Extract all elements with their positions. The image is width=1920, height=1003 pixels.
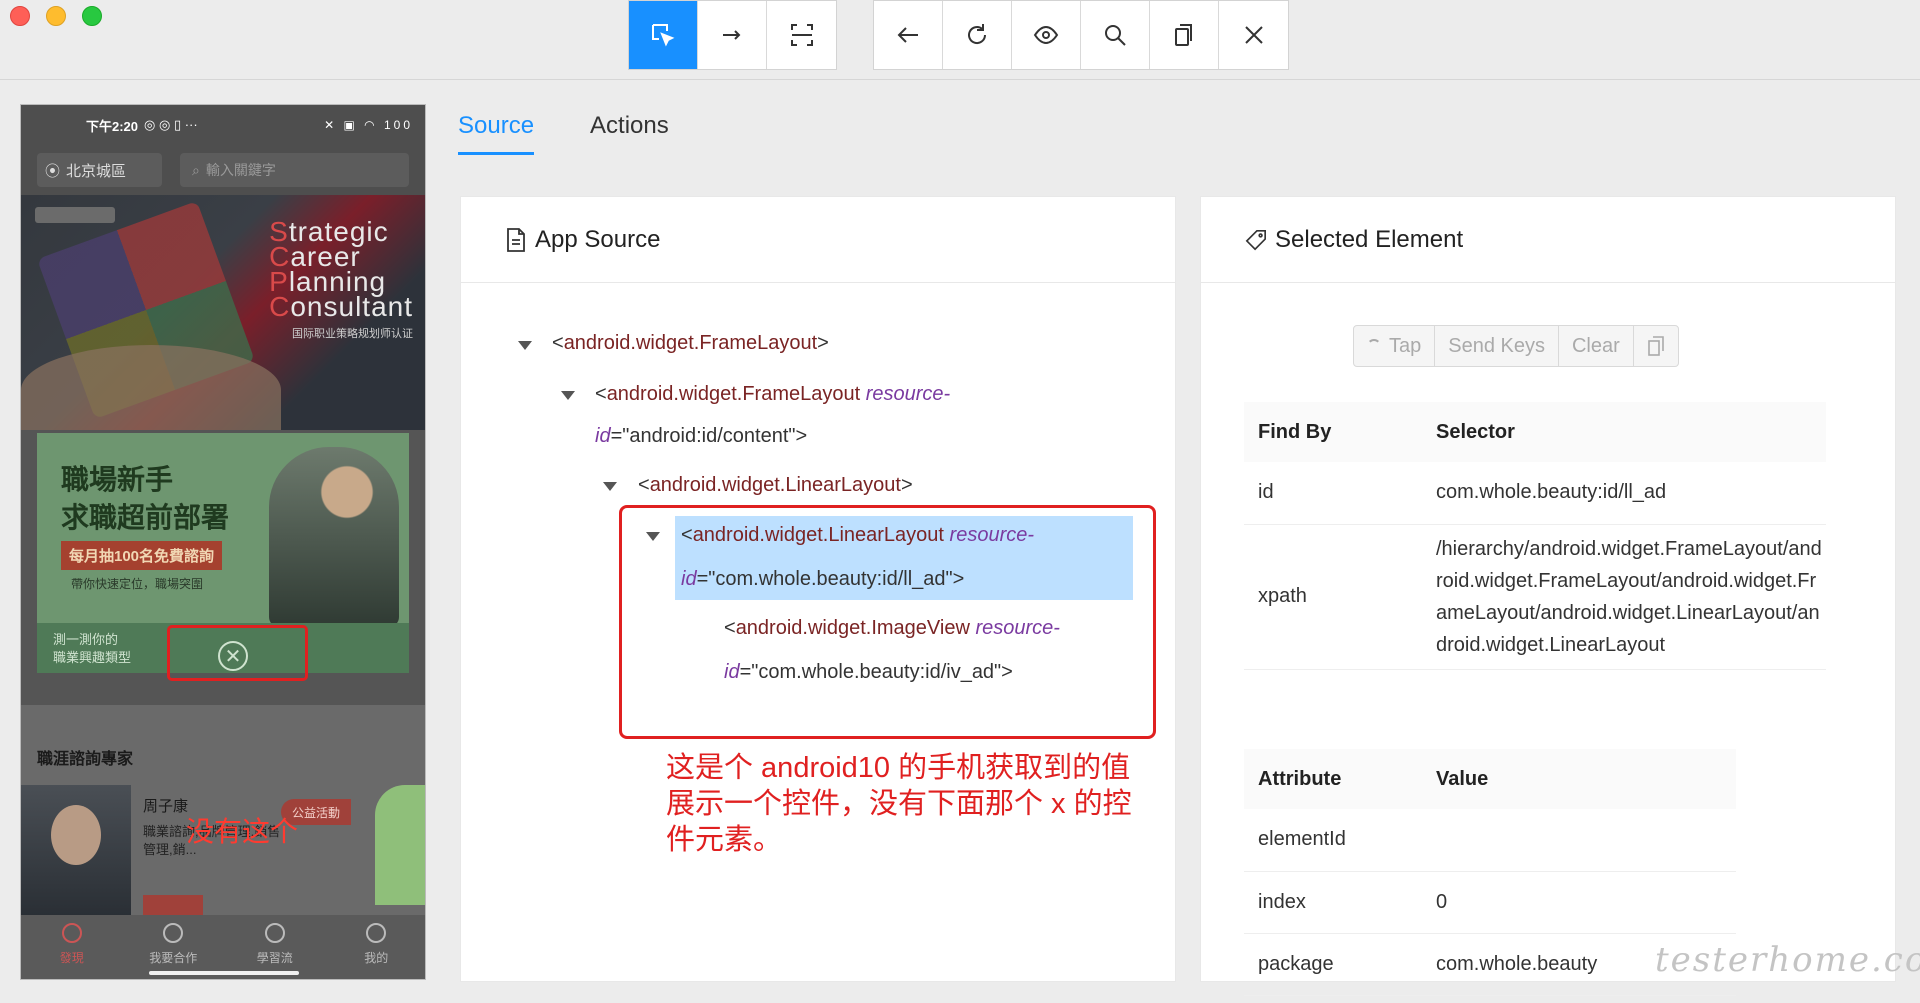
compass-icon (61, 923, 82, 943)
location-selector[interactable]: ⦿ 北京城區 (37, 153, 162, 187)
inspector-tabs: Source Actions (458, 112, 669, 155)
ad-bottom-text: 測一測你的 職業興趣類型 (53, 632, 132, 665)
attribute-header: Attribute (1244, 749, 1422, 809)
swipe-icon (723, 30, 741, 40)
quit-session-button[interactable] (1219, 1, 1288, 69)
second-expert-photo[interactable] (375, 785, 425, 905)
window-titlebar (0, 0, 1920, 80)
find-by-table: Find By Selector id com.whole.beauty:id/… (1244, 402, 1826, 670)
expert-photo[interactable] (21, 785, 131, 915)
tree-node-framelayout-content-cont[interactable]: id="android:id/content"> (595, 415, 807, 458)
selected-element-header: Selected Element (1201, 197, 1895, 283)
back-icon (897, 27, 918, 43)
banner-subtitle: 国际职业策略规划师认证 (292, 328, 413, 340)
tap-button[interactable]: Tap (1354, 326, 1436, 366)
find-by-header: Find By (1244, 402, 1422, 462)
search-button[interactable] (1081, 1, 1150, 69)
tab-actions[interactable]: Actions (590, 112, 669, 155)
reserve-button[interactable] (143, 895, 203, 917)
app-source-header: App Source (461, 197, 1175, 283)
nav-discover[interactable]: 發現 (21, 915, 123, 979)
experts-section-title: 職涯諮詢專家 (37, 751, 134, 768)
device-status-bar: 下午2:20 ◎ ◎ ▯ ··· ✕ ▣ ◠ 100 (21, 105, 425, 145)
send-keys-button[interactable]: Send Keys (1435, 326, 1559, 366)
handshake-icon (163, 923, 184, 943)
copy-icon (1175, 24, 1192, 46)
refresh-button[interactable] (943, 1, 1012, 69)
caret-down-icon[interactable] (561, 391, 575, 400)
value-header: Value (1422, 749, 1736, 809)
ad-subtitle: 帶你快速定位，職場突圍 (71, 577, 204, 591)
device-search-placeholder: 輸入關鍵字 (205, 162, 276, 178)
banner-headline: Strategic Career Planning Consultant (269, 216, 413, 322)
select-element-button[interactable] (629, 1, 698, 69)
ad-title: 職場新手 求職超前部署 (61, 463, 230, 534)
file-icon (507, 227, 525, 252)
tree-node-linearlayout[interactable]: <android.widget.LinearLayout> (638, 464, 913, 507)
toolbar-mode-group (628, 0, 837, 70)
ad-offer-pill: 每月抽100名免費諮詢 (61, 541, 223, 570)
copy-icon (1647, 336, 1664, 356)
close-icon (1244, 26, 1263, 44)
table-row: elementId (1244, 809, 1736, 872)
status-time: 下午2:20 (86, 118, 139, 134)
table-row[interactable]: id com.whole.beauty:id/ll_ad (1244, 462, 1826, 525)
table-row: index 0 (1244, 871, 1736, 934)
learning-icon (264, 923, 285, 943)
tag-icon (1245, 229, 1266, 250)
window-close-button[interactable] (10, 6, 30, 26)
search-icon (1105, 25, 1126, 46)
caret-down-icon[interactable] (603, 482, 617, 491)
status-right-icons: ✕ ▣ ◠ 100 (324, 118, 413, 132)
selected-element-title: Selected Element (1275, 225, 1464, 253)
device-screenshot[interactable]: 下午2:20 ◎ ◎ ▯ ··· ✕ ▣ ◠ 100 ⦿ 北京城區 ⌕ 輸入關鍵… (20, 104, 426, 980)
magnifier-icon: ⌕ (192, 161, 200, 178)
copy-attributes-button[interactable] (1634, 326, 1678, 366)
location-pin-icon: ⦿ (45, 162, 61, 180)
copy-xml-button[interactable] (1150, 1, 1219, 69)
home-indicator (149, 971, 299, 975)
annotation-box-close (167, 625, 308, 681)
eye-icon (1033, 25, 1059, 45)
expert-name: 周子康 (143, 798, 189, 815)
table-row[interactable]: xpath /hierarchy/android.widget.FrameLay… (1244, 524, 1826, 670)
career-banner[interactable]: Strategic Career Planning Consultant 国际职… (21, 195, 425, 430)
toolbar-action-group (873, 0, 1289, 70)
tap-by-coordinates-button[interactable] (767, 1, 836, 69)
element-action-buttons: Tap Send Keys Clear (1353, 325, 1679, 367)
toggle-visibility-button[interactable] (1012, 1, 1081, 69)
user-icon (366, 923, 387, 943)
refresh-icon (968, 24, 987, 44)
clear-button[interactable]: Clear (1559, 326, 1634, 366)
annotation-android10-note: 这是个 android10 的手机获取到的值展示一个控件，没有下面那个 x 的控… (666, 752, 1132, 856)
window-minimize-button[interactable] (46, 6, 66, 26)
location-label: 北京城區 (66, 162, 127, 180)
banner-logo (35, 207, 115, 223)
status-left-icons: ◎ ◎ ▯ ··· (144, 117, 198, 132)
ad-speaker-image (269, 447, 399, 627)
device-search-bar: ⦿ 北京城區 ⌕ 輸入關鍵字 (21, 145, 425, 195)
loading-spinner-icon (1367, 339, 1381, 353)
device-search-input[interactable]: ⌕ 輸入關鍵字 (180, 153, 409, 187)
back-button[interactable] (874, 1, 943, 69)
nav-mine[interactable]: 我的 (326, 915, 426, 979)
caret-down-icon[interactable] (518, 341, 532, 350)
swipe-button[interactable] (698, 1, 767, 69)
annotation-missing-note: 没有这个 (186, 816, 299, 847)
hands-image (21, 345, 281, 430)
app-source-title: App Source (535, 225, 661, 253)
tree-node-framelayout-root[interactable]: <android.widget.FrameLayout> (552, 322, 829, 365)
selected-element-panel: Selected Element Tap Send Keys Clear Fin… (1200, 196, 1896, 996)
selector-header: Selector (1422, 402, 1826, 462)
annotation-box-tree (619, 505, 1156, 739)
tab-source[interactable]: Source (458, 112, 535, 155)
tap-coords-icon (790, 24, 813, 46)
window-zoom-button[interactable] (82, 6, 102, 26)
watermark: testerhome.com (1655, 940, 1920, 980)
select-icon (652, 24, 675, 47)
tree-node-framelayout-content[interactable]: <android.widget.FrameLayout resource- (595, 373, 950, 416)
